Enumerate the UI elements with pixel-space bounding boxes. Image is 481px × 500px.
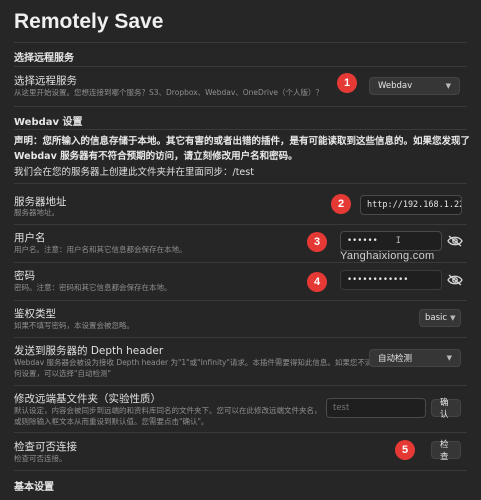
warning-line-2: Webdav 服务器有不符合预期的访问，请立刻修改用户名和密码。 <box>14 151 298 162</box>
depth-header-select[interactable]: 自动检测 ▼ <box>369 349 461 367</box>
divider <box>14 42 467 43</box>
chevron-down-icon: ▼ <box>445 82 451 90</box>
remote-base-label: 修改远端基文件夹（实验性质） <box>14 393 161 405</box>
username-input[interactable]: •••••• I <box>340 231 442 251</box>
remote-base-desc-1: 默认设定，内容会被同步到远端的和资料库同名的文件夹下。您可以在此修改远端文件夹名… <box>14 406 322 415</box>
step-badge-4: 4 <box>307 272 327 292</box>
username-desc: 用户名。注意：用户名和其它信息都会保存在本地。 <box>14 245 187 254</box>
divider <box>14 224 467 225</box>
depth-header-desc-1: Webdav 服务器会被设为接收 Depth header 为"1"或"Infi… <box>14 358 388 367</box>
password-input[interactable]: •••••••••••• <box>340 270 442 290</box>
watermark-text: Yanghaixiong.com <box>340 250 435 262</box>
service-select[interactable]: Webdav ▼ <box>369 77 460 95</box>
step-badge-2: 2 <box>331 194 351 214</box>
check-connection-desc: 检查可否连接。 <box>14 454 67 463</box>
server-desc: 服务器地址。 <box>14 208 59 217</box>
step-badge-3: 3 <box>307 232 327 252</box>
auth-type-desc: 如果不填写密码，本设置会被忽略。 <box>14 321 134 330</box>
divider <box>14 106 467 107</box>
auth-type-select[interactable]: basic ▼ <box>419 309 461 327</box>
divider <box>14 432 467 433</box>
divider <box>14 470 467 471</box>
eye-off-icon[interactable] <box>447 274 463 286</box>
eye-off-icon[interactable] <box>447 235 463 247</box>
auth-type-value: basic <box>425 313 448 323</box>
chevron-down-icon: ▼ <box>446 354 452 362</box>
depth-header-value: 自动检测 <box>378 354 413 364</box>
divider <box>14 300 467 301</box>
choose-service-label: 选择远程服务 <box>14 75 77 87</box>
sync-folder-notice: 我们会在您的服务器上创建此文件夹并在里面同步：/test <box>14 167 254 178</box>
section-heading-webdav: Webdav 设置 <box>14 117 83 128</box>
step-badge-1: 1 <box>337 73 357 93</box>
depth-header-desc-2: 何设置，可以选择"自动检测" <box>14 369 111 378</box>
password-desc: 密码。注意：密码和其它信息都会保存在本地。 <box>14 283 172 292</box>
chevron-down-icon: ▼ <box>450 314 456 322</box>
text-cursor-icon: I <box>395 236 401 246</box>
section-heading-remote-service: 选择远程服务 <box>14 53 74 64</box>
warning-text: 声明：您所输入的信息存储于本地。其它有害的或者出错的插件，是有可能读取到这些信息… <box>14 134 474 164</box>
divider <box>14 385 467 386</box>
auth-type-label: 鉴权类型 <box>14 308 56 320</box>
divider <box>14 183 467 184</box>
choose-service-desc: 从这里开始设置。您想连接到哪个服务？S3、Dropbox、Webdav、OneD… <box>14 88 324 97</box>
page-title: Remotely Save <box>14 10 164 33</box>
confirm-button[interactable]: 确认 <box>431 398 461 420</box>
remote-base-input[interactable] <box>326 398 426 418</box>
remote-base-desc-2: 或则除输入框文本从而重设到默认值。您需要点击"确认"。 <box>14 417 209 426</box>
depth-header-label: 发送到服务器的 Depth header <box>14 345 164 357</box>
check-connection-button[interactable]: 检查 <box>431 440 461 462</box>
divider <box>14 129 467 130</box>
username-label: 用户名 <box>14 232 46 244</box>
server-address-input[interactable]: http://192.168.1.22:1004/t <box>360 195 462 215</box>
username-value: •••••• <box>347 236 378 246</box>
password-label: 密码 <box>14 270 35 282</box>
step-badge-5: 5 <box>395 440 415 460</box>
section-heading-basic-settings: 基本设置 <box>14 482 54 493</box>
divider <box>14 262 467 263</box>
check-connection-label: 检查可否连接 <box>14 441 77 453</box>
service-select-value: Webdav <box>378 81 413 91</box>
warning-line-1: 声明：您所输入的信息存储于本地。其它有害的或者出错的插件，是有可能读取到这些信息… <box>14 136 471 147</box>
divider <box>14 66 467 67</box>
divider <box>14 337 467 338</box>
